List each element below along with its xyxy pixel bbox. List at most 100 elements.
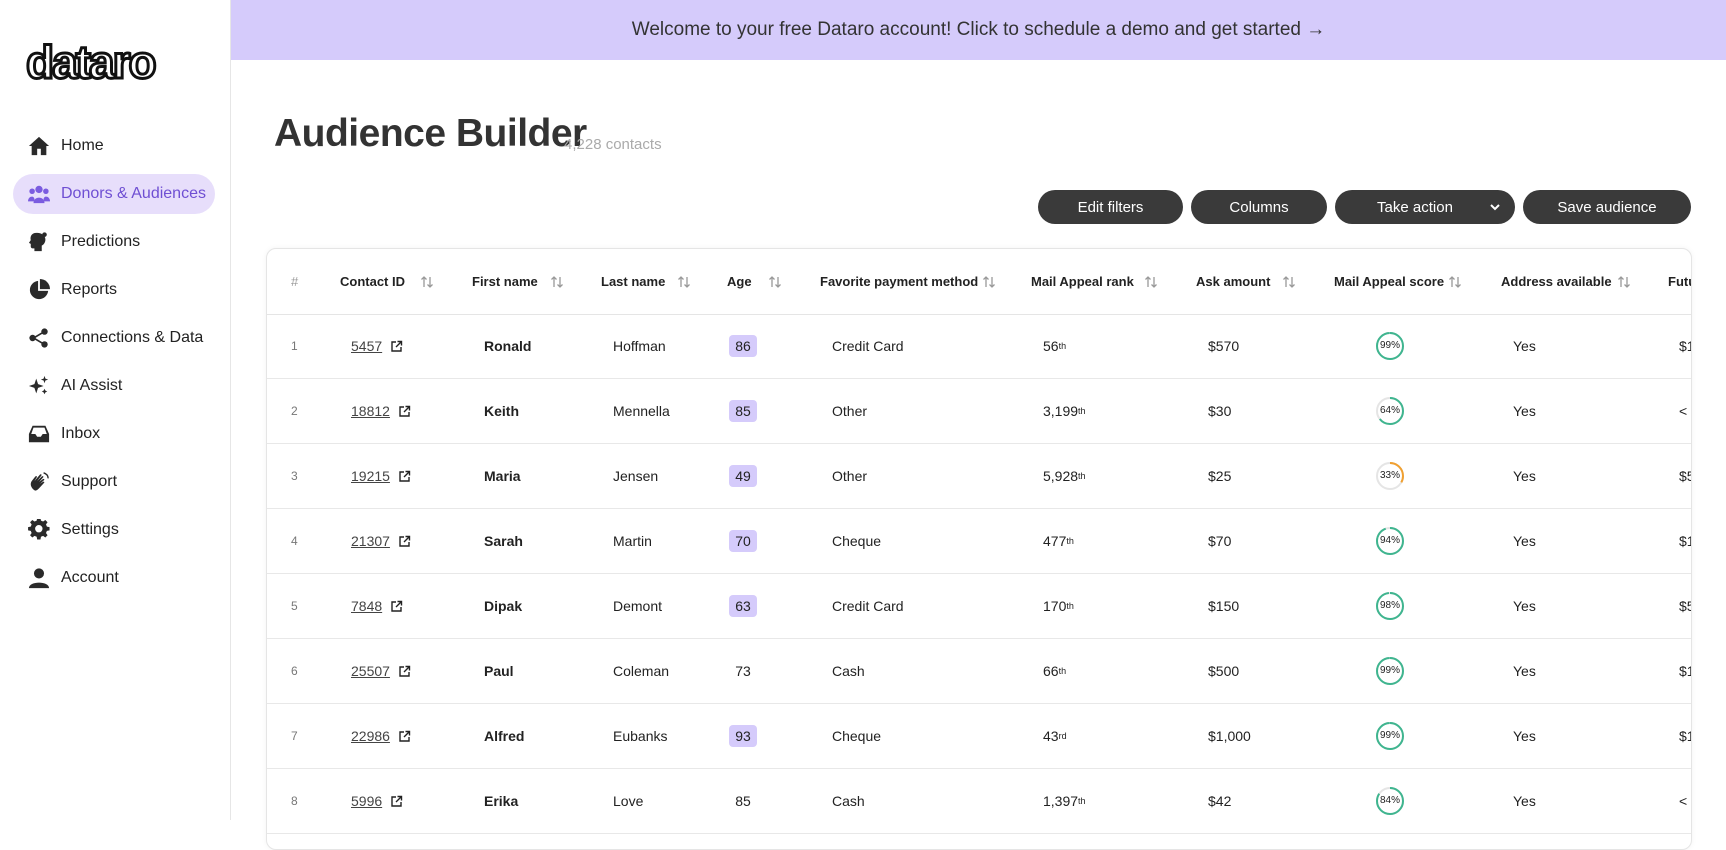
external-link-icon[interactable] (398, 405, 411, 418)
age-badge: 86 (729, 335, 757, 357)
sort-icon[interactable] (1282, 275, 1296, 289)
table-row[interactable]: 3 19215 Maria Jensen 49 Other 5,928 th $25 33% Yes… (267, 444, 1691, 509)
table-row[interactable]: 6 25507 Paul Coleman 73 Cash 66th $500 99% Yes $1 (267, 639, 1691, 704)
future-value-cell: < $ (1679, 793, 1691, 809)
table-row[interactable]: 7 22986 Alfred Eubanks 93 Cheque 43rd $1,000 99%… (267, 704, 1691, 769)
column-header-address-available[interactable]: Address available (1501, 249, 1612, 314)
contact-id-link[interactable]: 5996 (351, 793, 382, 809)
column-header-last-name[interactable]: Last name (601, 249, 665, 314)
column-header-contact-id[interactable]: Contact ID (340, 249, 405, 314)
sidebar-item-account[interactable]: Account (13, 558, 215, 598)
mail-appeal-score-cell: 33% (1375, 444, 1405, 508)
column-header-mail-appeal-rank[interactable]: Mail Appeal rank (1031, 249, 1134, 314)
payment-method-cell: Cheque (832, 533, 882, 549)
sidebar-item-home[interactable]: Home (13, 126, 215, 166)
mail-appeal-rank-cell: 43rd (1043, 704, 1067, 768)
column-header-futu[interactable]: Futu (1668, 249, 1691, 314)
column-header-first-name[interactable]: First name (472, 249, 538, 314)
contact-id-link[interactable]: 18812 (351, 403, 390, 419)
column-header-mail-appeal-score[interactable]: Mail Appeal score (1334, 249, 1444, 314)
inbox-icon (27, 422, 51, 446)
future-value-cell: < $ (1679, 403, 1691, 419)
score-ring: 99% (1375, 331, 1405, 361)
external-link-icon[interactable] (398, 730, 411, 743)
sparkle-icon (27, 374, 51, 398)
sort-icon[interactable] (550, 275, 564, 289)
score-ring: 84% (1375, 786, 1405, 816)
contact-id-link[interactable]: 19215 (351, 468, 390, 484)
table-row[interactable]: 1 5457 Ronald Hoffman 86 Credit Card 56th $570 9… (267, 314, 1691, 379)
score-ring: 99% (1375, 721, 1405, 751)
sidebar-item-donors-audiences[interactable]: Donors & Audiences (13, 174, 215, 214)
column-header-ask-amount[interactable]: Ask amount (1196, 249, 1270, 314)
row-index: 1 (291, 339, 298, 353)
sort-icon[interactable] (982, 275, 996, 289)
rank-suffix: th (1066, 536, 1074, 546)
payment-method-cell: Cash (832, 793, 865, 809)
sort-icon[interactable] (768, 275, 782, 289)
take-action-button[interactable]: Take action (1335, 190, 1515, 224)
row-index: 5 (291, 599, 298, 613)
sidebar-item-reports[interactable]: Reports (13, 270, 215, 310)
sort-icon[interactable] (1448, 275, 1462, 289)
sidebar-item-label: Connections & Data (61, 329, 204, 346)
ask-amount-cell: $25 (1208, 468, 1232, 484)
external-link-icon[interactable] (398, 665, 411, 678)
contact-id-link[interactable]: 25507 (351, 663, 390, 679)
first-name-cell: Sarah (484, 533, 523, 549)
external-link-icon[interactable] (398, 535, 411, 548)
age-cell: 93 (729, 704, 757, 768)
save-audience-button[interactable]: Save audience (1523, 190, 1691, 224)
score-value: 64% (1379, 405, 1400, 416)
contact-id-link[interactable]: 22986 (351, 728, 390, 744)
dataro-logo[interactable]: dataro (26, 40, 201, 88)
external-link-icon[interactable] (390, 340, 403, 353)
contact-id-link[interactable]: 5457 (351, 338, 382, 354)
future-value-cell: $1 (1679, 663, 1691, 679)
ask-amount-cell: $70 (1208, 533, 1232, 549)
sidebar-item-ai-assist[interactable]: AI Assist (13, 366, 215, 406)
sort-icon[interactable] (677, 275, 691, 289)
age-badge: 85 (729, 400, 757, 422)
sort-icon[interactable] (420, 275, 434, 289)
sidebar-item-predictions[interactable]: Predictions (13, 222, 215, 262)
sort-icon[interactable] (1617, 275, 1631, 289)
edit-filters-button[interactable]: Edit filters (1038, 190, 1183, 224)
sidebar-item-label: AI Assist (61, 377, 123, 394)
age-cell: 49 (729, 444, 757, 508)
sidebar-item-inbox[interactable]: Inbox (13, 414, 215, 454)
external-link-icon[interactable] (398, 470, 411, 483)
column-header-index[interactable]: # (291, 249, 298, 314)
columns-button[interactable]: Columns (1191, 190, 1327, 224)
address-available-cell: Yes (1513, 663, 1536, 679)
welcome-banner[interactable]: Welcome to your free Dataro account! Cli… (231, 0, 1726, 60)
rank-value: 170 (1043, 598, 1067, 614)
score-value: 99% (1379, 665, 1400, 676)
future-value-cell: $1 (1679, 728, 1691, 744)
sidebar-item-connections-data[interactable]: Connections & Data (13, 318, 215, 358)
contact-id-link[interactable]: 21307 (351, 533, 390, 549)
sidebar-item-label: Home (61, 137, 104, 154)
external-link-icon[interactable] (390, 600, 403, 613)
table-row[interactable]: 8 5996 Erika Love 85 Cash 1,397th $42 84% Yes < $ (267, 769, 1691, 834)
mail-appeal-rank-cell: 5,928 th (1043, 444, 1086, 508)
table-row[interactable]: 4 21307 Sarah Martin 70 Cheque 477th $70 94% Yes $… (267, 509, 1691, 574)
table-row[interactable]: 5 7848 Dipak Demont 63 Credit Card 170th $150 98… (267, 574, 1691, 639)
sidebar-item-settings[interactable]: Settings (13, 510, 215, 550)
payment-method-cell: Cash (832, 663, 865, 679)
address-available-cell: Yes (1513, 338, 1536, 354)
contact-id-cell: 21307 (351, 509, 411, 573)
ask-amount-cell: $30 (1208, 403, 1232, 419)
sort-icon[interactable] (1144, 275, 1158, 289)
sidebar-item-support[interactable]: Support (13, 462, 215, 502)
first-name-cell: Dipak (484, 598, 523, 614)
table-row[interactable]: 2 18812 Keith Mennella 85 Other 3,199 th $30 64% Y… (267, 379, 1691, 444)
column-header-age[interactable]: Age (727, 249, 752, 314)
external-link-icon[interactable] (390, 795, 403, 808)
mail-appeal-score-cell: 99% (1375, 314, 1405, 378)
contact-id-link[interactable]: 7848 (351, 598, 382, 614)
age-badge: 73 (735, 663, 751, 679)
column-header-favorite-payment-method[interactable]: Favorite payment method (820, 249, 978, 314)
score-ring: 94% (1375, 526, 1405, 556)
score-value: 98% (1379, 600, 1400, 611)
